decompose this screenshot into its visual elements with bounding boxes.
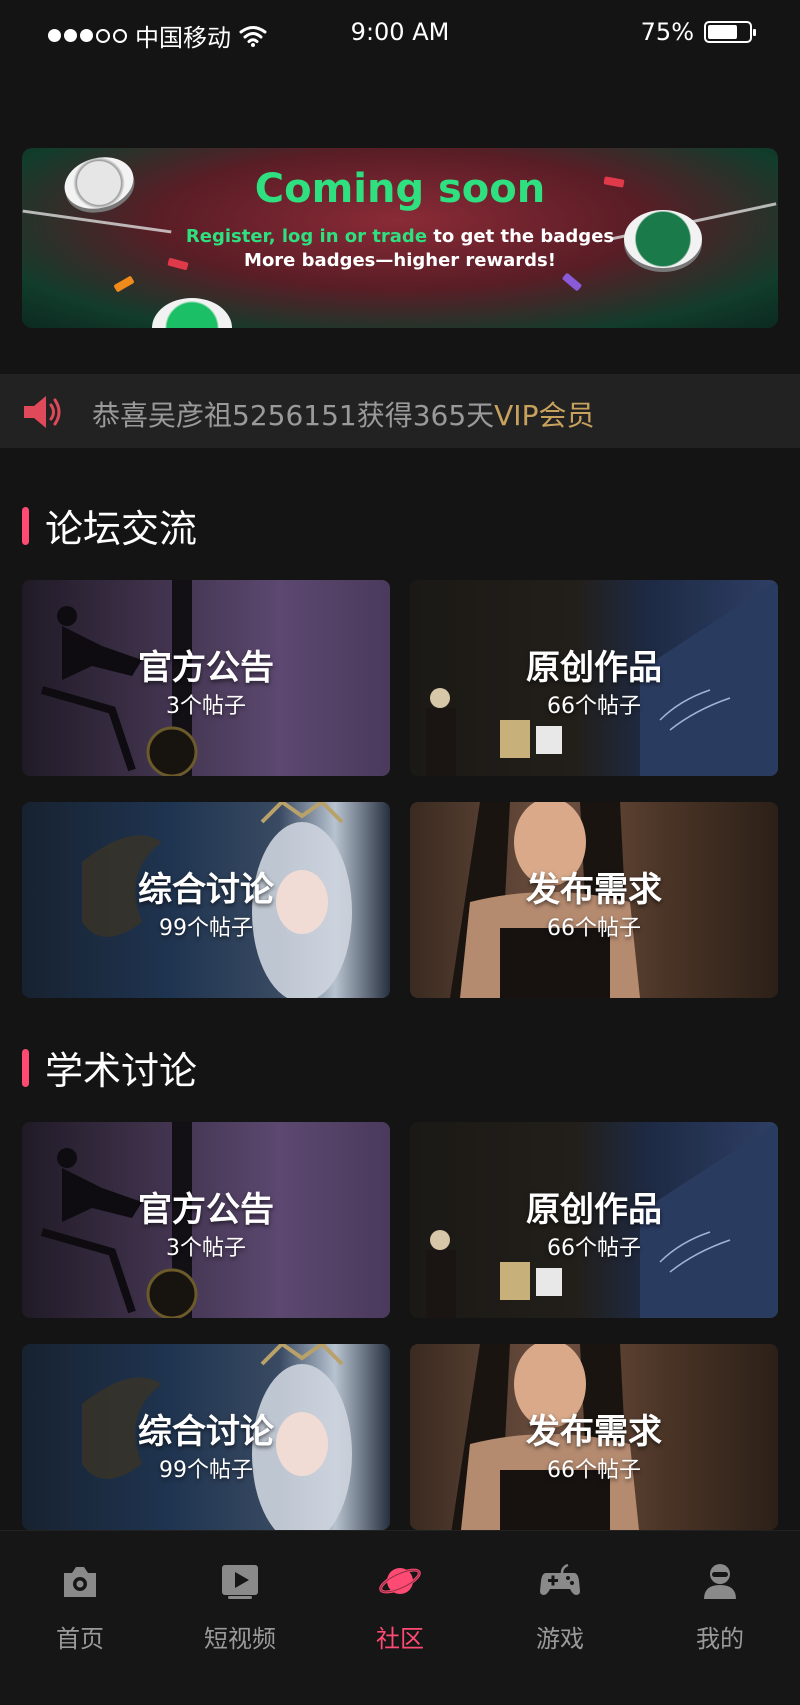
tab-label: 社区 [376, 1625, 424, 1653]
section-title-label: 论坛交流 [45, 507, 198, 551]
promo-banner[interactable]: Coming soon Register, log in or trade to… [22, 148, 778, 328]
tab-label: 游戏 [536, 1625, 584, 1653]
category-card-post-request[interactable]: 发布需求 66个帖子 [410, 1344, 778, 1530]
section-accent-bar [22, 506, 29, 545]
category-card-original-works[interactable]: 原创作品 66个帖子 [410, 1122, 778, 1318]
card-post-count: 99个帖子 [159, 1458, 253, 1483]
notice-text: 恭喜吴彦祖5256151获得365天VIP会员 [92, 394, 594, 434]
card-post-count: 3个帖子 [166, 1236, 246, 1261]
category-card-post-request[interactable]: 发布需求 66个帖子 [410, 802, 778, 998]
banner-line2: More badges—higher rewards! [244, 250, 556, 271]
banner-line1-rest: to get the badges [427, 226, 615, 247]
home-camera-icon [64, 1567, 96, 1597]
tab-label: 我的 [696, 1625, 744, 1653]
banner-subtitle: Register, log in or trade to get the bad… [22, 226, 778, 247]
tab-mine[interactable]: 我的 [640, 1559, 800, 1654]
bottom-nav: 首页 短视频 社区 游戏 我的 [0, 1530, 800, 1705]
card-post-count: 99个帖子 [159, 916, 253, 941]
card-post-count: 66个帖子 [547, 1236, 641, 1261]
tab-short-video[interactable]: 短视频 [160, 1559, 320, 1654]
card-name: 发布需求 [526, 870, 662, 910]
notice-vip: VIP会员 [494, 399, 595, 432]
category-card-announcement[interactable]: 官方公告 3个帖子 [22, 1122, 390, 1318]
battery-percent: 75% [640, 18, 694, 46]
tab-community[interactable]: 社区 [320, 1559, 480, 1654]
tab-home[interactable]: 首页 [0, 1559, 160, 1654]
tab-label: 首页 [56, 1625, 104, 1653]
section-title-label: 学术讨论 [45, 1049, 198, 1093]
card-name: 原创作品 [526, 648, 662, 688]
notice-message: 恭喜吴彦祖5256151获得365天 [92, 399, 495, 432]
card-name: 发布需求 [526, 1412, 662, 1452]
banner-title: Coming soon [254, 166, 546, 212]
video-play-icon [222, 1565, 258, 1599]
green-coin-icon [152, 298, 232, 328]
card-post-count: 66个帖子 [547, 694, 641, 719]
section-accent-bar [22, 1048, 29, 1087]
battery-icon [704, 21, 756, 43]
card-name: 官方公告 [138, 648, 274, 688]
card-name: 官方公告 [138, 1190, 274, 1230]
category-card-announcement[interactable]: 官方公告 3个帖子 [22, 580, 390, 776]
gamepad-icon [540, 1563, 580, 1595]
category-card-general-discussion[interactable]: 综合讨论 99个帖子 [22, 1344, 390, 1530]
banner-highlight: Register, log in or trade [185, 226, 428, 247]
user-icon [704, 1564, 736, 1599]
section-title-forum: 论坛交流 [22, 498, 197, 553]
speaker-icon [24, 396, 61, 428]
status-right: 75% [640, 18, 756, 46]
notice-bar[interactable]: 恭喜吴彦祖5256151获得365天VIP会员 [0, 374, 800, 448]
card-post-count: 3个帖子 [166, 694, 246, 719]
card-post-count: 66个帖子 [547, 916, 641, 941]
card-name: 综合讨论 [138, 870, 274, 910]
card-name: 综合讨论 [138, 1412, 274, 1452]
category-card-general-discussion[interactable]: 综合讨论 99个帖子 [22, 802, 390, 998]
status-bar: 中国移动 9:00 AM 75% [0, 0, 800, 70]
planet-icon [379, 1568, 421, 1594]
category-card-original-works[interactable]: 原创作品 66个帖子 [410, 580, 778, 776]
card-name: 原创作品 [526, 1190, 662, 1230]
card-post-count: 66个帖子 [547, 1458, 641, 1483]
tab-games[interactable]: 游戏 [480, 1559, 640, 1654]
section-title-academic: 学术讨论 [22, 1040, 197, 1095]
tab-label: 短视频 [204, 1625, 276, 1653]
